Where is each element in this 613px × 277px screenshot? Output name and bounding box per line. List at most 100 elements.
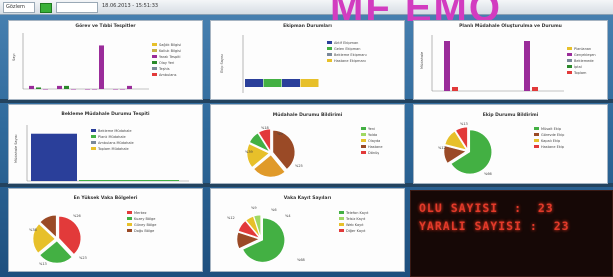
stacked-segment: [245, 79, 263, 87]
slice-label: %18: [261, 126, 269, 130]
bar-chart: Müdahale Sayısı Bekleme Müdahale Planlı …: [14, 125, 189, 182]
bar: [71, 89, 76, 90]
legend-swatch: [567, 71, 572, 74]
panel-planli-mudahale: Planlı Müdahale Oluşturulma ve Durumu Mü…: [413, 20, 608, 100]
legend-swatch: [127, 211, 132, 214]
legend-swatch: [361, 133, 366, 136]
legend-swatch: [339, 217, 344, 220]
legend-swatch: [127, 217, 132, 220]
panel-gorev-tespitler: Görev ve Tıbbi Tespitler Sayı Sağlık Bil…: [8, 20, 203, 100]
legend-label: Merkez: [134, 211, 147, 215]
legend-swatch: [567, 59, 572, 62]
slice-label: %38: [29, 228, 37, 232]
bar: [92, 89, 97, 90]
legend-swatch: [327, 41, 332, 44]
legend-label: Hastane: [368, 145, 383, 149]
y-axis-label: Sayı: [12, 54, 16, 61]
panel-bekleme-mudahale: Bekleme Müdahale Durumu Tespiti Müdahale…: [8, 104, 203, 184]
legend-swatch: [152, 49, 157, 52]
pie-chart: %12 %13 %66 Müsait Ekip Görevde Ekip Kap…: [438, 122, 565, 176]
legend-label: Kuzey Bölge: [134, 217, 155, 221]
datetime-text: 18.06.2013 - 15:51:33: [102, 3, 159, 9]
legend-swatch: [361, 127, 366, 130]
y-axis-label: Ekip Sayısı: [220, 54, 224, 73]
slice-label: %9: [277, 132, 283, 136]
legend-label: Diğer Kayıt: [346, 229, 366, 233]
legend-swatch: [127, 223, 132, 226]
stacked-bar-chart: Ekip Sayısı Aktif Ekipman Gelen Ekipman …: [220, 35, 367, 93]
legend-label: Planlı Müdahale: [98, 135, 126, 139]
slice-label: %12: [438, 146, 446, 150]
filter-field[interactable]: Gözlem: [3, 2, 35, 13]
legend-swatch: [339, 229, 344, 232]
panel-vaka-kayit: Vaka Kayıt Sayıları %12 %9 %6 %4 %68 Tel…: [210, 188, 405, 272]
led-line-yarali: YARALI SAYISI : 23: [419, 219, 570, 233]
bar: [43, 89, 48, 90]
legend-label: Aktif Ekipman: [334, 41, 358, 45]
legend-label: Beklemede: [574, 59, 594, 63]
panel-ekip-durumu: Ekip Durumu Bildirimi %12 %13 %66 Müsait…: [413, 104, 608, 184]
legend-swatch: [152, 55, 157, 58]
legend-label: Doğu Bölge: [134, 229, 154, 233]
legend-label: Güney Bölge: [134, 223, 156, 227]
legend-label: Gerçekleşen: [574, 53, 596, 57]
pie-chart: %12 %9 %6 %4 %68 Telefon Kayıt Telsiz Ka…: [227, 206, 369, 263]
legend-label: Yaralı Tespiti: [159, 55, 181, 59]
slice-label: %66: [484, 172, 492, 176]
bar: [120, 89, 125, 90]
legend-label: Telefon Kayıt: [345, 211, 369, 215]
slice-label: %9: [251, 206, 257, 210]
legend-swatch: [361, 139, 366, 142]
slice-label: %68: [297, 258, 305, 262]
legend-swatch: [339, 223, 344, 226]
legend-label: Hastane Ekipmanı: [334, 59, 366, 63]
bar: [57, 85, 62, 89]
legend-swatch: [152, 73, 157, 76]
date-field[interactable]: [56, 2, 98, 13]
top-toolbar: Gözlem 18.06.2013 - 15:51:33: [0, 0, 613, 15]
slice-label: %4: [285, 214, 291, 218]
legend-label: Bekleme Ekipmanı: [334, 53, 367, 57]
led-display: OLU SAYISI : 23 YARALI SAYISI : 23: [410, 190, 613, 277]
bar: [79, 180, 179, 181]
pie-chart: %38 %26 %23 %13 Merkez Kuzey Bölge Güney…: [29, 211, 156, 266]
bar: [29, 85, 34, 89]
slice-label: %12: [227, 216, 235, 220]
legend-swatch: [567, 53, 572, 56]
legend-swatch: [91, 129, 96, 132]
bar: [113, 89, 118, 90]
legend-swatch: [152, 43, 157, 46]
bar-chart: Müdahale Planlanan Gerçekleşen Beklemede…: [420, 35, 596, 92]
legend-swatch: [152, 67, 157, 70]
legend-label: Yolda: [368, 133, 377, 137]
bar: [532, 87, 538, 91]
legend-swatch: [361, 145, 366, 148]
y-axis-label: Müdahale: [420, 52, 424, 69]
pie-chart: %39 %18 %9 %25 Yeni Yolda Olayda Hastane…: [245, 126, 383, 178]
legend-swatch: [127, 229, 132, 232]
bar: [127, 85, 132, 89]
green-status-icon: [40, 3, 52, 13]
legend-label: Toplam: [573, 71, 587, 75]
legend-swatch: [327, 47, 332, 50]
bar: [452, 87, 458, 91]
legend-label: Olayda: [368, 139, 380, 143]
legend-label: Planlanan: [574, 47, 591, 51]
legend-label: Ambulans: [159, 73, 177, 77]
stacked-segment: [282, 79, 300, 87]
bar: [444, 41, 450, 91]
legend-label: Ambulans Müdahale: [98, 141, 134, 145]
legend-swatch: [327, 59, 332, 62]
filter-field-text: Gözlem: [6, 4, 25, 10]
bar: [31, 133, 77, 181]
legend-label: Toplam Müdahale: [97, 147, 129, 151]
legend-label: Teşhis: [158, 67, 170, 71]
legend-swatch: [91, 147, 96, 150]
legend-label: Sağlık Bilgisi: [159, 43, 181, 47]
bar: [85, 89, 90, 90]
legend-label: Kolluk Bilgisi: [159, 49, 181, 53]
panel-mudahale-durumu: Müdahale Durumu Bildirimi %39 %18 %9 %25…: [210, 104, 405, 184]
slice-label: %25: [295, 164, 303, 168]
slice-label: %39: [245, 150, 253, 154]
panel-ekipman: Ekipman Durumları Ekip Sayısı Aktif Ekip…: [210, 20, 405, 100]
